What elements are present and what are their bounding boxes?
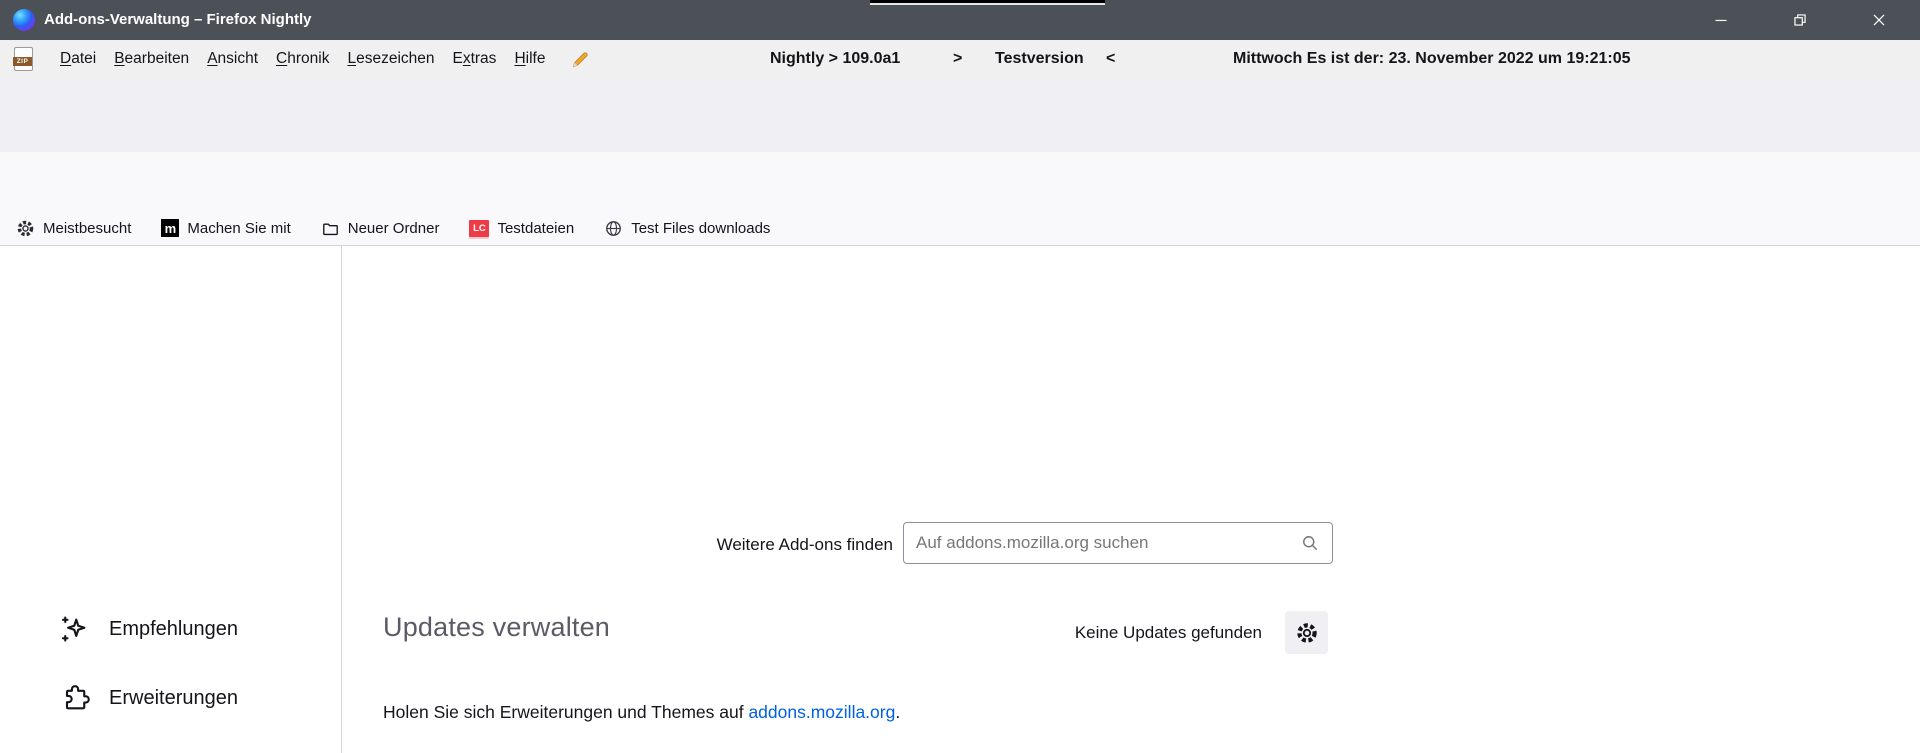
addons-search-field[interactable] (903, 522, 1333, 564)
firefox-logo-icon (13, 9, 35, 31)
amo-link[interactable]: addons.mozilla.org (748, 702, 895, 722)
menu-chronik[interactable]: Chronik (267, 40, 338, 78)
separator-gt: > (953, 40, 962, 78)
bookmark-meistbesucht[interactable]: Meistbesucht (16, 219, 131, 238)
update-status-text: Keine Updates gefunden (1075, 623, 1262, 643)
minimize-button[interactable] (1681, 0, 1760, 40)
separator-lt: < (1106, 40, 1115, 78)
sidebar-item-empfehlungen[interactable]: Empfehlungen (44, 600, 326, 658)
window-title: Add-ons-Verwaltung – Firefox Nightly (44, 0, 312, 40)
menubar: ZIP Datei Bearbeiten Ansicht Chronik Les… (0, 40, 1920, 78)
menu-datei[interactable]: Datei (51, 40, 105, 78)
addons-manager-page: Empfehlungen Erweiterungen Themes Plugin… (0, 246, 1920, 753)
globe-icon (604, 219, 623, 238)
browser-window: Add-ons-Verwaltung – Firefox Nightly ZIP… (0, 0, 1920, 753)
gear-icon (1295, 621, 1319, 645)
get-addons-text: Holen Sie sich Erweiterungen und Themes … (383, 702, 900, 723)
find-addons-label: Weitere Add-ons finden (717, 535, 893, 555)
close-button[interactable] (1839, 0, 1918, 40)
navigation-toolbar: Nightly about:addons W3C (0, 152, 1920, 211)
sidebar-item-erweiterungen[interactable]: Erweiterungen (44, 669, 326, 727)
profile-name: Testversion (995, 40, 1084, 78)
zip-file-icon: ZIP (14, 47, 33, 71)
sidebar-divider (341, 246, 342, 753)
addons-search-input[interactable] (916, 533, 1300, 553)
menu-extras[interactable]: Extras (444, 40, 506, 78)
bookmark-test-files-downloads[interactable]: Test Files downloads (604, 219, 770, 238)
menu-lesezeichen[interactable]: Lesezeichen (338, 40, 443, 78)
bookmark-machen-sie-mit[interactable]: m Machen Sie mit (161, 219, 290, 237)
nightly-version-path: Nightly > 109.0a1 (770, 40, 900, 78)
lc-icon: LC (469, 220, 489, 237)
bookmarks-toolbar: Meistbesucht m Machen Sie mit Neuer Ordn… (0, 211, 1920, 246)
menu-hilfe[interactable]: Hilfe (505, 40, 554, 78)
recommendations-sparkle-icon (60, 614, 90, 644)
gear-icon (16, 219, 35, 238)
folder-icon (321, 219, 340, 238)
search-icon (1300, 533, 1320, 553)
tabbar: Skript für Add-ons Update - Sei Add-ons-… (0, 78, 1920, 152)
window-controls (1681, 0, 1918, 40)
page-title: Updates verwalten (383, 612, 610, 643)
menu-ansicht[interactable]: Ansicht (198, 40, 267, 78)
menu-items: Datei Bearbeiten Ansicht Chronik Lesezei… (51, 40, 554, 78)
extensions-puzzle-icon (60, 683, 90, 713)
screen-artifact-gray (870, 3, 1105, 5)
mozilla-m-icon: m (161, 219, 179, 237)
sidebar-item-themes[interactable]: Themes (44, 738, 326, 753)
menu-bearbeiten[interactable]: Bearbeiten (105, 40, 198, 78)
datetime-text: Mittwoch Es ist der: 23. November 2022 u… (1233, 40, 1630, 78)
bookmark-neuer-ordner[interactable]: Neuer Ordner (321, 219, 440, 238)
titlebar: Add-ons-Verwaltung – Firefox Nightly (0, 0, 1920, 40)
update-settings-button[interactable] (1285, 611, 1328, 654)
bookmark-testdateien[interactable]: LC Testdateien (469, 220, 574, 237)
restore-button[interactable] (1760, 0, 1839, 40)
pencil-icon[interactable] (570, 49, 591, 70)
